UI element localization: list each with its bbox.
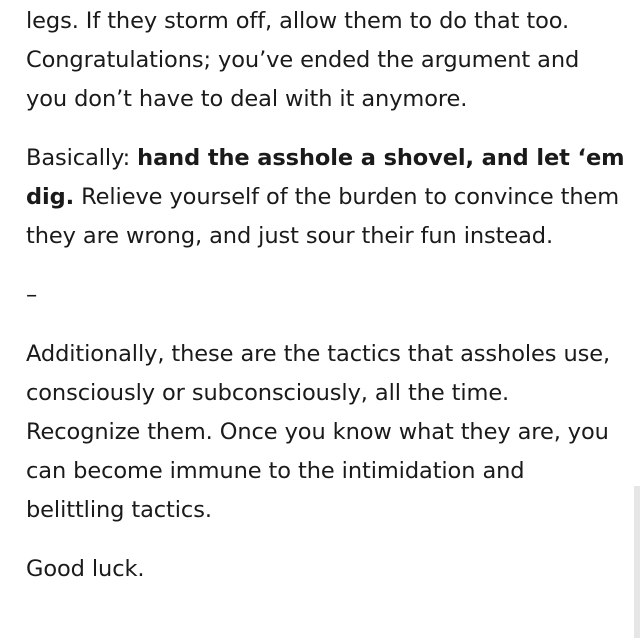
scrollbar[interactable] bbox=[634, 486, 640, 638]
paragraph-shovel-suffix: Relieve yourself of the burden to convin… bbox=[26, 184, 620, 249]
paragraph-storm-off: legs. If they storm off, allow them to d… bbox=[26, 8, 580, 112]
paragraph-shovel: Basically: hand the asshole a shovel, an… bbox=[26, 139, 626, 256]
separator-dash: – bbox=[26, 282, 38, 308]
paragraph-shovel-prefix: Basically: bbox=[26, 145, 138, 171]
paragraph-tactics: Additionally, these are the tactics that… bbox=[26, 341, 611, 523]
paragraph-good-luck: Good luck. bbox=[26, 556, 145, 582]
post-body: legs. If they storm off, allow them to d… bbox=[26, 2, 626, 589]
